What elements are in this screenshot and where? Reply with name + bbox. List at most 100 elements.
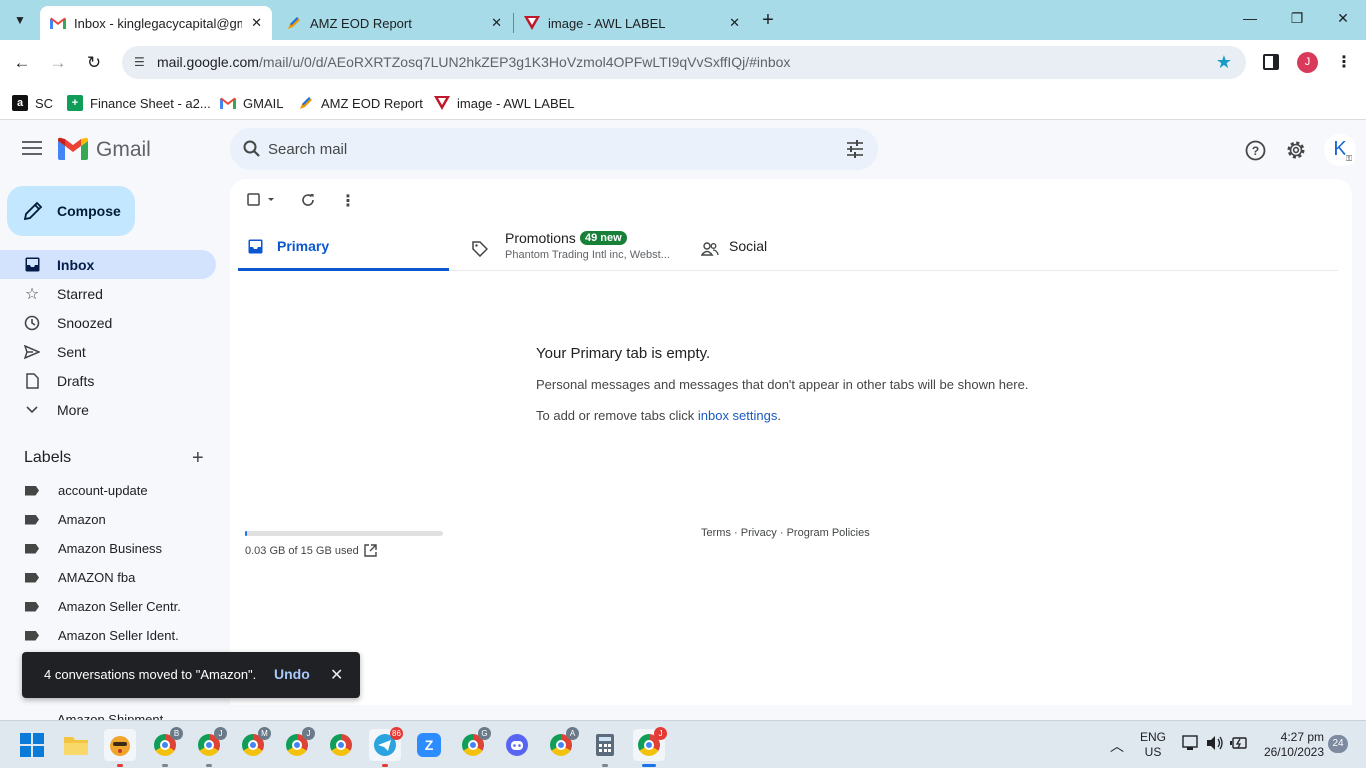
new-tab-button[interactable]: + [758,10,778,30]
snackbar-message: 4 conversations moved to "Amazon". [44,667,257,682]
pencil-icon [23,201,43,221]
address-bar[interactable]: ☰ mail.google.com/mail/u/0/d/AEoRXRTZosq… [122,46,1246,79]
chrome-icon[interactable]: G [457,727,491,761]
nav-snoozed[interactable]: Snoozed [0,308,216,337]
bookmark-sc[interactable]: a SC [12,92,53,114]
gmail-wordmark[interactable]: Gmail [96,138,151,162]
search-options-icon[interactable] [846,140,864,158]
site-info-icon[interactable]: ☰ [134,55,145,69]
forward-arrow-icon[interactable]: → [47,52,69,74]
privacy-link[interactable]: Privacy [741,527,777,539]
chrome-icon[interactable] [325,729,357,761]
nav-starred[interactable]: ☆ Starred [0,279,216,308]
minimize-icon[interactable]: — [1240,10,1260,26]
close-icon[interactable]: ✕ [491,15,502,31]
reload-icon[interactable]: ↻ [83,52,105,74]
compose-label: Compose [57,203,121,219]
gmail-logo-icon[interactable] [58,137,88,160]
chrome-icon[interactable]: A [545,727,579,761]
close-icon[interactable]: ✕ [251,15,262,31]
select-checkbox[interactable] [247,193,279,212]
tab-promotions[interactable]: Promotions 49 new Phantom Trading Intl i… [463,227,693,271]
chrome-icon[interactable]: M [237,727,271,761]
undo-button[interactable]: Undo [274,666,310,682]
language-indicator[interactable]: ENG US [1140,730,1166,768]
url-text[interactable]: mail.google.com/mail/u/0/d/AEoRXRTZosq7L… [157,54,790,70]
mail-nav: Inbox ☆ Starred Snoozed Sent Drafts More [0,250,230,424]
search-input[interactable] [268,136,828,162]
chrome-icon[interactable]: J [193,727,227,767]
empty-state-message: Personal messages and messages that don'… [536,377,1029,392]
telegram-icon[interactable]: 86 [369,727,403,767]
discord-icon[interactable] [501,729,533,761]
tab-gmail-inbox[interactable]: Inbox - kinglegacycapital@gmail.com ✕ [40,6,272,40]
bookmark-awl-label[interactable]: image - AWL LABEL [434,92,575,114]
main-menu-icon[interactable] [22,141,42,155]
tab-primary[interactable]: Primary [238,227,449,271]
start-icon[interactable] [16,729,48,761]
search-bar[interactable] [230,128,878,170]
nav-sent[interactable]: Sent [0,337,216,366]
open-in-new-icon[interactable] [364,544,377,557]
bookmark-amz-eod[interactable]: AMZ EOD Report [298,92,423,114]
restore-icon[interactable]: ❐ [1287,10,1307,27]
storage-usage-text: 0.03 GB of 15 GB used [245,545,359,557]
gmail-header: Gmail ? K ⚿ [0,121,1366,179]
chrome-icon[interactable]: B [149,727,183,767]
refresh-icon[interactable] [301,193,315,212]
volume-icon[interactable] [1206,735,1224,768]
terms-link[interactable]: Terms [701,527,731,539]
tab-search-chevron-icon[interactable]: ▼ [6,6,34,34]
compose-button[interactable]: Compose [7,186,135,236]
network-icon[interactable] [1182,735,1200,768]
notification-count-badge[interactable]: 24 [1328,735,1348,753]
footer-links: Terms · Privacy · Program Policies [701,527,870,539]
label-item[interactable]: account-update [0,476,230,505]
calculator-icon[interactable] [589,729,621,767]
more-actions-icon[interactable]: ⋮ [340,191,356,211]
nav-inbox[interactable]: Inbox [0,250,216,279]
bookmark-finance-sheet[interactable]: + Finance Sheet - a2... [67,92,211,114]
send-icon [24,344,40,360]
tab-amz-eod-report[interactable]: AMZ EOD Report ✕ [276,6,512,40]
gear-icon[interactable] [1285,139,1307,161]
people-icon [701,242,719,256]
label-item[interactable]: Amazon Seller Centr. [0,592,230,621]
battery-icon[interactable] [1230,736,1248,768]
bookmark-gmail[interactable]: GMAIL [220,92,283,114]
browser-menu-icon[interactable]: ⋮ [1336,52,1352,72]
tab-social[interactable]: Social [693,227,903,271]
nav-more[interactable]: More [0,395,216,424]
window-close-icon[interactable]: ✕ [1333,10,1353,27]
nav-drafts[interactable]: Drafts [0,366,216,395]
program-policies-link[interactable]: Program Policies [787,527,870,539]
label-item[interactable]: Amazon Seller Ident. [0,621,230,650]
label-item[interactable]: Amazon [0,505,230,534]
inbox-settings-link[interactable]: inbox settings [698,408,778,423]
side-panel-icon[interactable] [1263,54,1279,70]
file-explorer-icon[interactable] [60,729,92,761]
label-item[interactable]: AMAZON fba [0,563,230,592]
zoom-icon[interactable]: Z [413,729,445,761]
close-icon[interactable]: ✕ [729,15,740,31]
label-item[interactable]: Amazon Business [0,534,230,563]
help-icon[interactable]: ? [1245,140,1266,161]
close-icon[interactable]: ✕ [330,665,343,685]
game-app-icon[interactable] [104,729,136,767]
tab-title: Inbox - kinglegacycapital@gmail.com [74,15,242,31]
draft-icon [24,372,40,389]
label-item-partial[interactable]: Amazon Shipment [57,712,163,720]
back-arrow-icon[interactable]: ← [11,52,33,74]
chrome-icon[interactable]: J [633,727,667,767]
bookmark-star-icon[interactable]: ★ [1216,52,1232,73]
clock-display[interactable]: 4:27 pm 26/10/2023 [1258,730,1324,768]
browser-tab-strip: ▼ Inbox - kinglegacycapital@gmail.com ✕ … [0,0,1366,40]
search-icon[interactable] [242,139,262,159]
browser-profile-avatar[interactable]: J [1297,52,1318,73]
tray-overflow-chevron-icon[interactable]: ︿ [1110,736,1124,768]
chrome-icon[interactable]: J [281,727,315,761]
sheets-icon: + [67,95,83,111]
bookmarks-bar: a SC + Finance Sheet - a2... GMAIL AMZ E… [0,86,1366,120]
add-label-icon[interactable]: + [192,447,204,470]
tab-awl-label[interactable]: image - AWL LABEL ✕ [514,6,750,40]
